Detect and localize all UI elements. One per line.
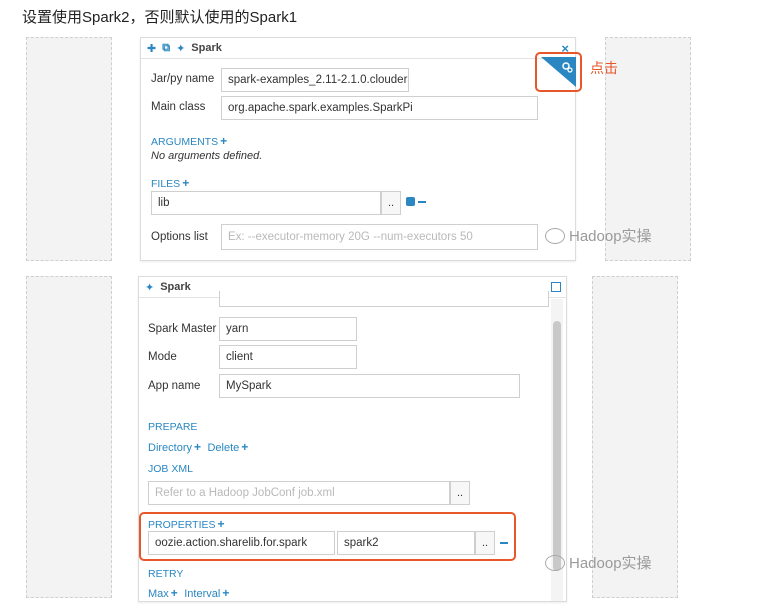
highlight-box-properties bbox=[139, 512, 516, 561]
watermark-top: Hadoop实操 bbox=[545, 225, 652, 246]
spark-master-input[interactable]: yarn bbox=[219, 317, 357, 341]
retry-max-link[interactable]: Max bbox=[148, 588, 169, 600]
spark-icon: ✦ bbox=[176, 42, 186, 55]
caption-text: 设置使用Spark2，否则默认使用的Spark1 bbox=[22, 9, 298, 26]
add-retry-interval-icon[interactable]: + bbox=[222, 586, 229, 600]
external-link-icon[interactable] bbox=[406, 197, 415, 206]
drop-zone-left-top bbox=[26, 37, 112, 261]
app-name-input[interactable]: MySpark bbox=[219, 374, 520, 398]
directory-link[interactable]: Directory bbox=[148, 442, 192, 454]
prepare-label: PREPARE bbox=[148, 421, 198, 433]
copy-icon[interactable]: ⧉ bbox=[162, 42, 170, 55]
add-delete-icon[interactable]: + bbox=[241, 440, 248, 454]
add-file-icon[interactable]: + bbox=[182, 176, 189, 190]
panel-header: ✚ ⧉ ✦ Spark × bbox=[141, 38, 575, 59]
watermark-bottom: Hadoop实操 bbox=[545, 552, 652, 573]
truncated-input[interactable] bbox=[219, 291, 549, 307]
job-xml-label: JOB XML bbox=[148, 463, 193, 475]
job-xml-input[interactable]: Refer to a Hadoop JobConf job.xml bbox=[148, 481, 450, 505]
wechat-icon bbox=[545, 554, 565, 571]
drop-zone-left-bottom bbox=[26, 276, 112, 598]
drop-zone-right-bottom bbox=[592, 276, 678, 598]
spark-action-panel-top: ✚ ⧉ ✦ Spark × Jar/py name spark-examples… bbox=[140, 37, 576, 261]
files-section: FILES + bbox=[151, 174, 189, 192]
spark-master-label: Spark Master bbox=[148, 323, 217, 335]
panel-title: Spark bbox=[160, 281, 191, 293]
files-browse-button[interactable]: .. bbox=[381, 191, 401, 215]
mode-input[interactable]: client bbox=[219, 345, 357, 369]
options-placeholder: Ex: --executor-memory 20G --num-executor… bbox=[228, 231, 473, 243]
files-label: FILES bbox=[151, 178, 181, 190]
main-class-input[interactable]: org.apache.spark.examples.SparkPi bbox=[221, 96, 538, 120]
collapse-icon[interactable] bbox=[551, 282, 561, 292]
retry-actions: Max + Interval + bbox=[148, 584, 229, 601]
add-retry-max-icon[interactable]: + bbox=[171, 586, 178, 600]
spark-icon: ✦ bbox=[145, 281, 155, 294]
app-name-label: App name bbox=[148, 380, 201, 392]
watermark-text: Hadoop实操 bbox=[569, 555, 652, 572]
wechat-icon bbox=[545, 227, 565, 244]
panel-title: Spark bbox=[191, 42, 222, 54]
no-arguments-text: No arguments defined. bbox=[151, 150, 263, 162]
arguments-section: ARGUMENTS + bbox=[151, 132, 227, 150]
prepare-actions: Directory + Delete + bbox=[148, 438, 248, 456]
move-icon[interactable]: ✚ bbox=[147, 42, 156, 55]
files-input[interactable]: lib bbox=[151, 191, 381, 215]
main-class-label: Main class bbox=[151, 101, 206, 113]
watermark-text: Hadoop实操 bbox=[569, 228, 652, 245]
jar-label: Jar/py name bbox=[151, 73, 215, 85]
properties-toggle-icon[interactable] bbox=[541, 57, 576, 87]
add-directory-icon[interactable]: + bbox=[194, 440, 201, 454]
retry-interval-link[interactable]: Interval bbox=[184, 588, 220, 600]
remove-file-icon[interactable] bbox=[418, 201, 426, 203]
options-label: Options list bbox=[151, 231, 208, 243]
add-argument-icon[interactable]: + bbox=[220, 134, 227, 148]
retry-label: RETRY bbox=[148, 568, 184, 580]
delete-link[interactable]: Delete bbox=[207, 442, 239, 454]
arguments-label: ARGUMENTS bbox=[151, 136, 219, 148]
options-input[interactable]: Ex: --executor-memory 20G --num-executor… bbox=[221, 224, 538, 250]
job-xml-browse-button[interactable]: .. bbox=[450, 481, 470, 505]
scrollbar-thumb[interactable] bbox=[553, 321, 561, 571]
mode-label: Mode bbox=[148, 351, 177, 363]
job-xml-placeholder: Refer to a Hadoop JobConf job.xml bbox=[155, 487, 335, 499]
jar-input[interactable]: spark-examples_2.11-2.1.0.cloudera bbox=[221, 68, 409, 92]
click-annotation: 点击 bbox=[590, 60, 618, 76]
